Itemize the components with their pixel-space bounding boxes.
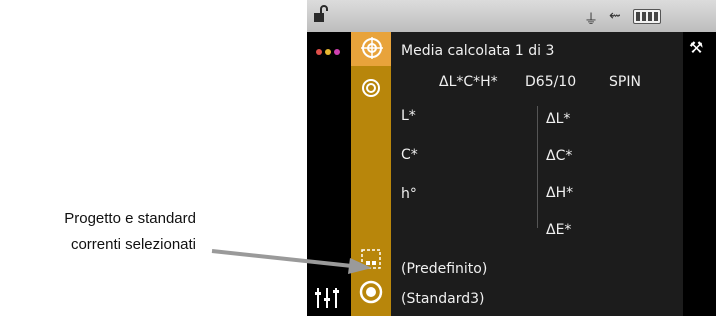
annotation-arrow bbox=[211, 249, 372, 274]
